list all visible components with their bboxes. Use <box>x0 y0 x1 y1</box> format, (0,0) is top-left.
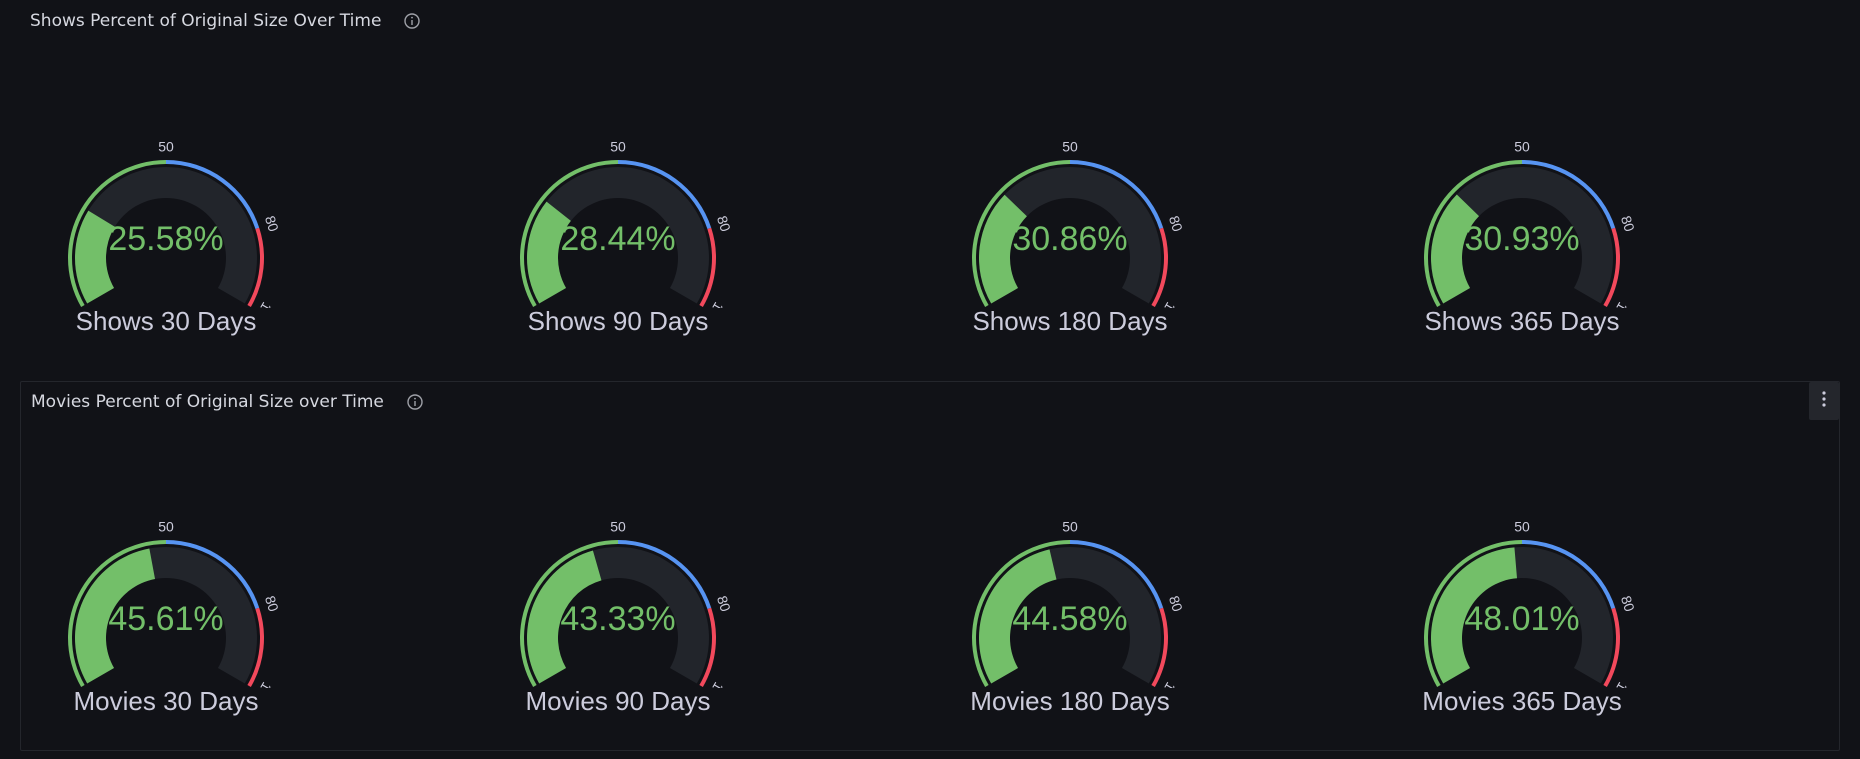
gauge-value: 48.01% <box>1464 600 1580 638</box>
gauge-label: Movies 30 Days <box>73 686 259 716</box>
gauge: 0508010025.58% Shows 30 Days <box>20 108 312 358</box>
gauge-label: Shows 30 Days <box>75 306 257 336</box>
tick-label: 50 <box>1062 519 1078 535</box>
gauge: 0508010048.01% Movies 365 Days <box>1376 488 1668 738</box>
tick-label: 50 <box>1062 139 1078 155</box>
gauge-value: 28.44% <box>560 220 676 258</box>
gauge-arc: 05080100 <box>61 519 282 688</box>
shows-panel-header: Shows Percent of Original Size Over Time <box>30 8 421 34</box>
gauge-arc: 05080100 <box>965 519 1186 688</box>
info-circle-icon[interactable] <box>403 12 421 30</box>
panel-title: Shows Percent of Original Size Over Time <box>30 11 382 31</box>
gauge-arc: 05080100 <box>513 139 734 308</box>
gauge-label: Movies 365 Days <box>1422 686 1622 716</box>
gauge-label: Shows 180 Days <box>972 306 1168 336</box>
movies-panel-header: Movies Percent of Original Size over Tim… <box>31 389 424 415</box>
gauge-value: 43.33% <box>560 600 676 638</box>
kebab-menu-icon <box>1821 390 1827 412</box>
tick-label: 50 <box>1514 519 1530 535</box>
gauge-arc: 05080100 <box>1417 519 1638 688</box>
info-circle-icon[interactable] <box>406 393 424 411</box>
gauge-label: Movies 90 Days <box>525 686 711 716</box>
gauge-label: Shows 90 Days <box>527 306 709 336</box>
gauge: 0508010030.86% Shows 180 Days <box>924 108 1216 358</box>
gauge-arc: 05080100 <box>513 519 734 688</box>
gauge-value: 30.86% <box>1012 220 1128 258</box>
gauge-arc: 05080100 <box>965 139 1186 308</box>
tick-label: 50 <box>158 139 174 155</box>
panel-menu-button[interactable] <box>1809 382 1839 420</box>
gauge: 0508010044.58% Movies 180 Days <box>924 488 1216 738</box>
gauge-label: Movies 180 Days <box>970 686 1170 716</box>
panel-title: Movies Percent of Original Size over Tim… <box>31 392 384 412</box>
tick-label: 50 <box>1514 139 1530 155</box>
gauge: 0508010043.33% Movies 90 Days <box>472 488 764 738</box>
gauge-value: 30.93% <box>1464 220 1580 258</box>
gauge: 0508010045.61% Movies 30 Days <box>20 488 312 738</box>
tick-label: 50 <box>610 519 626 535</box>
gauge-value: 25.58% <box>108 220 224 258</box>
tick-label: 50 <box>610 139 626 155</box>
gauge-label: Shows 365 Days <box>1424 306 1620 336</box>
gauge-arc: 05080100 <box>1417 139 1638 308</box>
gauge-value: 44.58% <box>1012 600 1128 638</box>
gauge: 0508010030.93% Shows 365 Days <box>1376 108 1668 358</box>
gauge-value: 45.61% <box>108 600 224 638</box>
gauge-arc: 05080100 <box>61 139 282 308</box>
tick-label: 50 <box>158 519 174 535</box>
gauge: 0508010028.44% Shows 90 Days <box>472 108 764 358</box>
